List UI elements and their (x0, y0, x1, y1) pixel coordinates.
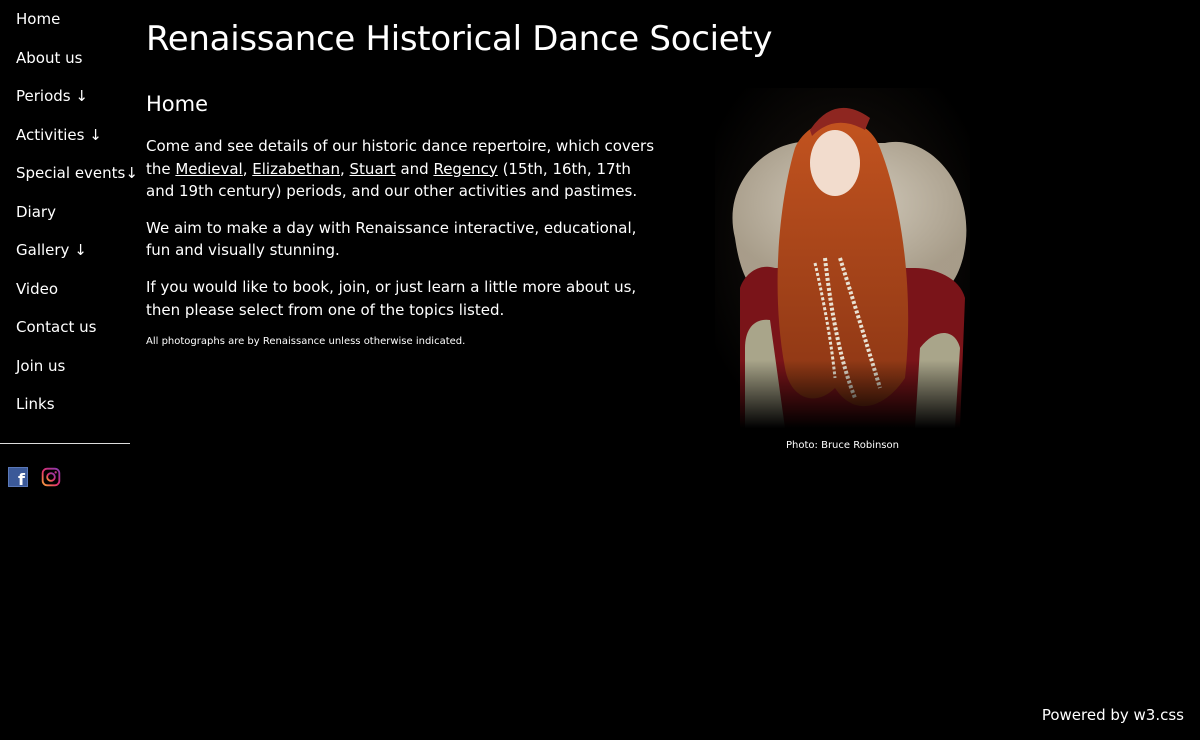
instagram-icon[interactable] (41, 467, 61, 487)
page: Home About us Periods ↓ Activities ↓ Spe… (0, 0, 1200, 740)
portrait-illustration (715, 88, 970, 428)
nav-item-about-us[interactable]: About us (0, 39, 130, 78)
nav-list: Home About us Periods ↓ Activities ↓ Spe… (0, 0, 138, 424)
nav-item-video[interactable]: Video (0, 270, 130, 309)
link-elizabethan[interactable]: Elizabethan (252, 160, 340, 178)
sep: and (395, 159, 434, 178)
facebook-glyph: f (18, 470, 25, 489)
sep: , (242, 159, 253, 178)
sep: , (339, 159, 350, 178)
photo-caption: Photo: Bruce Robinson (786, 440, 899, 451)
nav-item-links[interactable]: Links (0, 385, 130, 424)
powered-by-link[interactable]: Powered by w3.css (1042, 706, 1184, 724)
sidebar-divider (0, 443, 130, 444)
social-links: f (8, 467, 61, 489)
page-heading: Home (146, 92, 209, 116)
main-content: Come and see details of our historic dan… (146, 135, 656, 363)
nav-item-periods[interactable]: Periods ↓ (0, 77, 130, 116)
nav-item-join-us[interactable]: Join us (0, 347, 130, 386)
nav-item-special-events[interactable]: Special events↓ (0, 154, 138, 193)
nav-item-gallery[interactable]: Gallery ↓ (0, 231, 130, 270)
photo-credit-note: All photographs are by Renaissance unles… (146, 336, 466, 348)
intro-paragraph: Come and see details of our historic dan… (146, 135, 656, 203)
nav-item-home[interactable]: Home (0, 0, 130, 39)
aim-paragraph: We aim to make a day with Renaissance in… (146, 218, 637, 260)
nav-item-contact-us[interactable]: Contact us (0, 308, 130, 347)
link-regency[interactable]: Regency (433, 160, 497, 178)
link-stuart[interactable]: Stuart (350, 160, 396, 178)
nav-item-diary[interactable]: Diary (0, 193, 130, 232)
portrait-photo (715, 88, 970, 428)
facebook-icon[interactable]: f (8, 467, 28, 489)
nav-item-activities[interactable]: Activities ↓ (0, 116, 130, 155)
sidebar: Home About us Periods ↓ Activities ↓ Spe… (0, 0, 138, 424)
site-title: Renaissance Historical Dance Society (146, 19, 773, 59)
booking-paragraph: If you would like to book, join, or just… (146, 277, 637, 319)
link-medieval[interactable]: Medieval (175, 160, 242, 178)
